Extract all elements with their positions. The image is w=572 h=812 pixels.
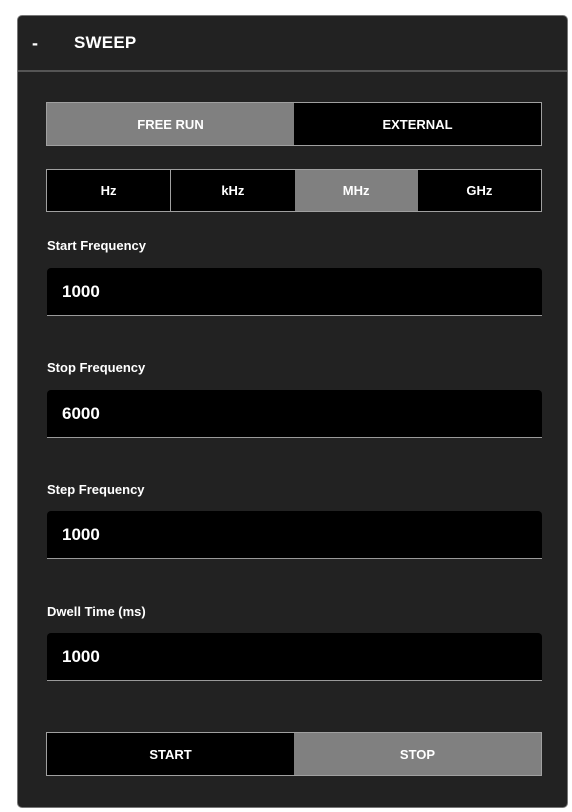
- panel-title: SWEEP: [74, 33, 137, 52]
- unit-mhz-button[interactable]: MHz: [294, 170, 418, 211]
- unit-ghz-button[interactable]: GHz: [417, 170, 541, 211]
- collapse-icon[interactable]: -: [32, 33, 52, 54]
- unit-hz-button[interactable]: Hz: [47, 170, 171, 211]
- start-button[interactable]: START: [47, 733, 294, 775]
- sweep-controls: START STOP: [46, 732, 542, 776]
- sweep-panel: - SWEEP FREE RUN EXTERNAL Hz kHz MHz GHz…: [17, 15, 568, 808]
- external-button[interactable]: EXTERNAL: [294, 103, 541, 145]
- dwell-time-input[interactable]: [47, 633, 542, 681]
- dwell-time-label: Dwell Time (ms): [47, 604, 146, 619]
- stop-button[interactable]: STOP: [294, 733, 541, 775]
- step-frequency-label: Step Frequency: [47, 482, 145, 497]
- free-run-button[interactable]: FREE RUN: [47, 103, 294, 145]
- unit-khz-button[interactable]: kHz: [170, 170, 295, 211]
- stop-frequency-input[interactable]: [47, 390, 542, 438]
- start-frequency-label: Start Frequency: [47, 238, 146, 253]
- step-frequency-input[interactable]: [47, 511, 542, 559]
- panel-header[interactable]: - SWEEP: [18, 16, 567, 72]
- trigger-mode-toggle: FREE RUN EXTERNAL: [46, 102, 542, 146]
- unit-selector: Hz kHz MHz GHz: [46, 169, 542, 212]
- stop-frequency-label: Stop Frequency: [47, 360, 146, 375]
- start-frequency-input[interactable]: [47, 268, 542, 316]
